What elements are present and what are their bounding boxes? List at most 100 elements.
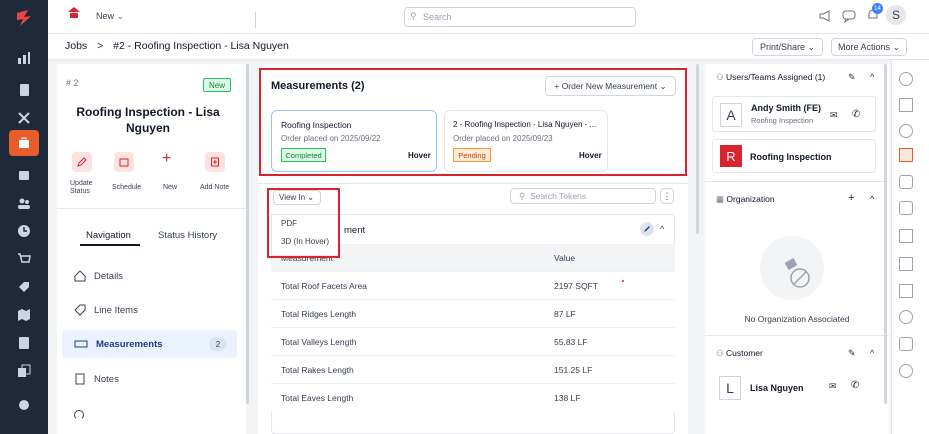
section-title: ment xyxy=(344,225,366,236)
add-note-button[interactable] xyxy=(205,152,225,172)
cursor-dot xyxy=(622,280,624,282)
chat-icon[interactable] xyxy=(842,9,856,23)
search-icon: ⚲ xyxy=(410,11,417,21)
collapse-users-icon[interactable]: ^ xyxy=(870,72,874,82)
tab-status-history[interactable]: Status History xyxy=(158,230,217,241)
job-title: Roofing Inspection - Lisa Nguyen xyxy=(76,105,220,135)
users-icon[interactable] xyxy=(899,72,913,86)
map-icon[interactable] xyxy=(14,305,34,325)
tab-navigation[interactable]: Navigation xyxy=(86,230,131,241)
files-icon[interactable] xyxy=(14,80,34,100)
customer-name[interactable]: Lisa Nguyen xyxy=(750,383,804,393)
history-icon[interactable] xyxy=(899,310,913,324)
table-row: Total Ridges Length 87 LF xyxy=(271,300,675,328)
mail-icon[interactable]: ✉ xyxy=(829,381,837,392)
customer-avatar: L xyxy=(719,376,741,400)
box-icon[interactable] xyxy=(899,337,913,351)
status-badge: New xyxy=(203,78,231,92)
contacts-icon[interactable] xyxy=(899,124,913,138)
left-scrollbar[interactable] xyxy=(246,64,249,404)
clock-icon[interactable] xyxy=(14,221,34,241)
customer-title: ⚇ Customer xyxy=(716,348,763,358)
right-scrollbar[interactable] xyxy=(884,64,887,404)
center-scrollbar[interactable] xyxy=(696,64,699,234)
breadcrumb-current: #2 - Roofing Inspection - Lisa Nguyen xyxy=(113,40,289,52)
nav-item-line-items[interactable]: Line Items xyxy=(62,296,237,324)
tools-icon[interactable] xyxy=(14,108,34,128)
edit-customer-icon[interactable]: ✎ xyxy=(848,348,856,359)
dashboard-icon[interactable] xyxy=(14,48,34,68)
copy-icon[interactable] xyxy=(14,361,34,381)
ruler-icon xyxy=(74,340,88,348)
table-row: Total Rakes Length 151.25 LF xyxy=(271,356,675,384)
clipboard-icon xyxy=(75,373,85,385)
count-badge: 2 xyxy=(209,337,227,351)
highlight-box xyxy=(259,68,687,176)
edit-users-icon[interactable]: ✎ xyxy=(848,72,856,83)
jobs-icon[interactable] xyxy=(9,130,39,156)
kebab-menu-icon[interactable]: ⋮ xyxy=(660,188,674,204)
team-card[interactable]: R Roofing Inspection xyxy=(712,139,876,173)
home-icon xyxy=(74,270,86,282)
team-avatar: R xyxy=(720,145,742,167)
table-row: Total Eaves Length 138 LF xyxy=(271,384,675,412)
collapse-icon[interactable]: ^ xyxy=(660,224,664,234)
collapse-org-icon[interactable]: ^ xyxy=(870,194,874,204)
users-teams-title: ⚇ Users/Teams Assigned (1) xyxy=(716,72,826,82)
calendar-icon xyxy=(119,158,129,167)
plus-icon[interactable]: + xyxy=(162,150,171,168)
search-input[interactable]: ⚲ Search xyxy=(404,7,636,27)
megaphone-icon[interactable] xyxy=(818,9,832,23)
contacts-icon[interactable] xyxy=(14,193,34,213)
schedule-button[interactable] xyxy=(114,152,134,172)
edit-icon[interactable] xyxy=(640,222,654,236)
users-icon: ⚇ xyxy=(716,72,724,82)
mail-icon[interactable]: ✉ xyxy=(830,110,838,121)
new-dropdown[interactable]: New ⌄ xyxy=(96,11,124,22)
right-icon-strip xyxy=(891,60,929,434)
phone-icon[interactable]: ✆ xyxy=(851,380,859,391)
document-icon[interactable] xyxy=(14,333,34,353)
more-nav-icon[interactable] xyxy=(74,410,84,420)
logo-icon[interactable] xyxy=(14,8,34,28)
checklist-icon[interactable] xyxy=(899,175,913,189)
measurements-icon[interactable] xyxy=(899,148,913,162)
print-share-button[interactable]: Print/Share ⌄ xyxy=(752,38,823,56)
nav-item-details[interactable]: Details xyxy=(62,262,237,290)
organization-title: ▦ Organization xyxy=(716,194,775,204)
job-number: # 2 xyxy=(66,78,79,88)
notification-badge: 14 xyxy=(872,3,883,14)
truck-icon[interactable] xyxy=(899,284,913,298)
document-icon[interactable] xyxy=(899,98,913,112)
calendar-icon[interactable] xyxy=(14,165,34,185)
chart-pie-icon[interactable] xyxy=(14,395,34,415)
avatar[interactable]: S xyxy=(886,5,906,25)
attachment-icon[interactable] xyxy=(899,364,913,378)
nav-item-notes[interactable]: Notes xyxy=(62,365,237,393)
empty-satellite-icon xyxy=(760,236,824,300)
phone-icon[interactable]: ✆ xyxy=(852,109,860,120)
inbox-icon[interactable] xyxy=(899,201,913,215)
note-icon xyxy=(211,157,219,167)
house-icon xyxy=(67,6,81,20)
tag-icon[interactable] xyxy=(14,277,34,297)
add-organization-icon[interactable]: + xyxy=(848,192,854,204)
more-actions-button[interactable]: More Actions ⌄ xyxy=(831,38,907,56)
user-card[interactable]: A Andy Smith (FE) Roofing Inspection ✉ ✆ xyxy=(712,96,876,132)
building-icon: ▦ xyxy=(716,194,725,204)
text-cursor xyxy=(255,12,267,28)
tag-icon xyxy=(74,304,86,316)
person-icon: ⚇ xyxy=(716,348,724,358)
breadcrumb: Jobs > #2 - Roofing Inspection - Lisa Ng… xyxy=(65,40,289,52)
table-row: Total Valleys Length 55.83 LF xyxy=(271,328,675,356)
collapse-customer-icon[interactable]: ^ xyxy=(870,348,874,358)
calendar-icon[interactable] xyxy=(899,229,913,243)
pencil-icon xyxy=(77,157,87,167)
nav-item-measurements[interactable]: Measurements 2 xyxy=(62,330,237,358)
search-tokens-input[interactable]: ⚲ Search Tokens xyxy=(510,188,656,204)
highlight-box xyxy=(267,188,340,258)
update-status-button[interactable] xyxy=(72,152,92,172)
image-icon[interactable] xyxy=(899,257,913,271)
cart-icon[interactable] xyxy=(14,249,34,269)
breadcrumb-jobs[interactable]: Jobs xyxy=(65,40,87,52)
